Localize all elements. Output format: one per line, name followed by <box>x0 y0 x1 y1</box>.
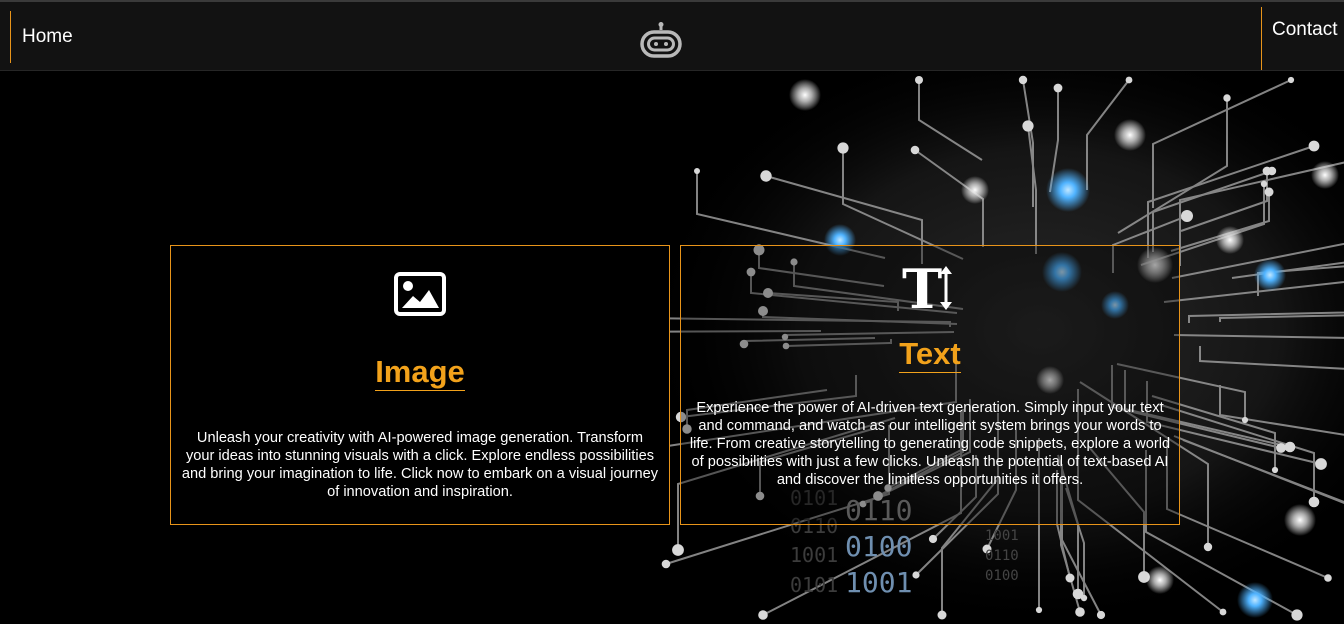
text-card-title: Text <box>899 336 961 373</box>
glow-node <box>789 79 821 111</box>
text-card-description: Experience the power of AI-driven text g… <box>689 400 1171 488</box>
circuit-node <box>1324 574 1332 582</box>
circuit-node <box>1264 187 1274 197</box>
circuit-node <box>1053 83 1063 93</box>
circuit-node <box>937 610 947 620</box>
binary-text: 1001 <box>985 528 1019 544</box>
binary-text: 0110 <box>985 548 1019 564</box>
circuit-node <box>760 170 772 182</box>
circuit-node <box>1315 458 1327 470</box>
svg-text:T: T <box>902 263 942 313</box>
circuit-node <box>1022 120 1034 132</box>
circuit-node <box>1260 180 1268 188</box>
circuit-node <box>1065 573 1075 583</box>
circuit-node <box>912 571 920 579</box>
circuit-node <box>694 168 700 174</box>
circuit-node <box>1241 416 1249 424</box>
glow-node <box>1237 582 1273 618</box>
binary-text: 0101 <box>790 573 838 597</box>
binary-text: 0100 <box>985 568 1019 584</box>
circuit-node <box>1276 443 1286 453</box>
glow-node <box>1146 566 1174 594</box>
circuit-node <box>1080 594 1088 602</box>
circuit-node <box>910 145 920 155</box>
circuit-node <box>1291 609 1303 621</box>
nav-home-link[interactable]: Home <box>10 11 73 63</box>
image-icon <box>171 272 669 316</box>
circuit-node <box>915 76 923 84</box>
circuit-node <box>672 544 684 556</box>
circuit-node <box>1203 542 1213 552</box>
circuit-node <box>837 142 849 154</box>
nav-contact-link[interactable]: Contact <box>1261 7 1337 70</box>
image-generation-card[interactable]: Image Unleash your creativity with AI-po… <box>170 245 670 525</box>
glow-node <box>1046 168 1090 212</box>
glow-node <box>1114 119 1146 151</box>
top-navbar: Home Contact <box>0 0 1344 71</box>
glow-node <box>1284 504 1316 536</box>
text-generation-card[interactable]: T Text Experience the power of AI-driven… <box>680 245 1180 525</box>
circuit-node <box>928 534 938 544</box>
circuit-node <box>1284 441 1296 453</box>
circuit-node <box>1308 140 1320 152</box>
binary-text: 0100 <box>845 530 912 563</box>
circuit-node <box>758 610 768 620</box>
circuit-node <box>661 559 671 569</box>
glow-node <box>1254 259 1286 291</box>
page: 0110 0100 1001 0101 0110 1001 1001 0110 0100 0101… <box>0 0 1344 624</box>
circuit-node <box>1181 210 1193 222</box>
circuit-node <box>1287 76 1295 84</box>
circuit-node <box>1262 166 1272 176</box>
glow-node <box>961 176 989 204</box>
binary-text: 1001 <box>790 543 838 567</box>
circuit-node <box>1125 76 1133 84</box>
text-height-icon: T <box>681 263 1179 313</box>
image-card-title: Image <box>375 354 465 391</box>
circuit-node <box>1075 607 1085 617</box>
circuit-node <box>1018 75 1028 85</box>
circuit-node <box>1223 94 1231 102</box>
circuit-node <box>1308 496 1320 508</box>
circuit-node <box>1219 608 1227 616</box>
circuit-node <box>1035 606 1043 614</box>
binary-text: 1001 <box>845 566 912 599</box>
glow-node <box>1216 226 1244 254</box>
circuit-node <box>1271 466 1279 474</box>
glow-node <box>1311 161 1339 189</box>
circuit-node <box>1096 610 1106 620</box>
image-card-description: Unleash your creativity with AI-powered … <box>181 430 659 500</box>
robot-head-icon[interactable] <box>639 22 683 60</box>
